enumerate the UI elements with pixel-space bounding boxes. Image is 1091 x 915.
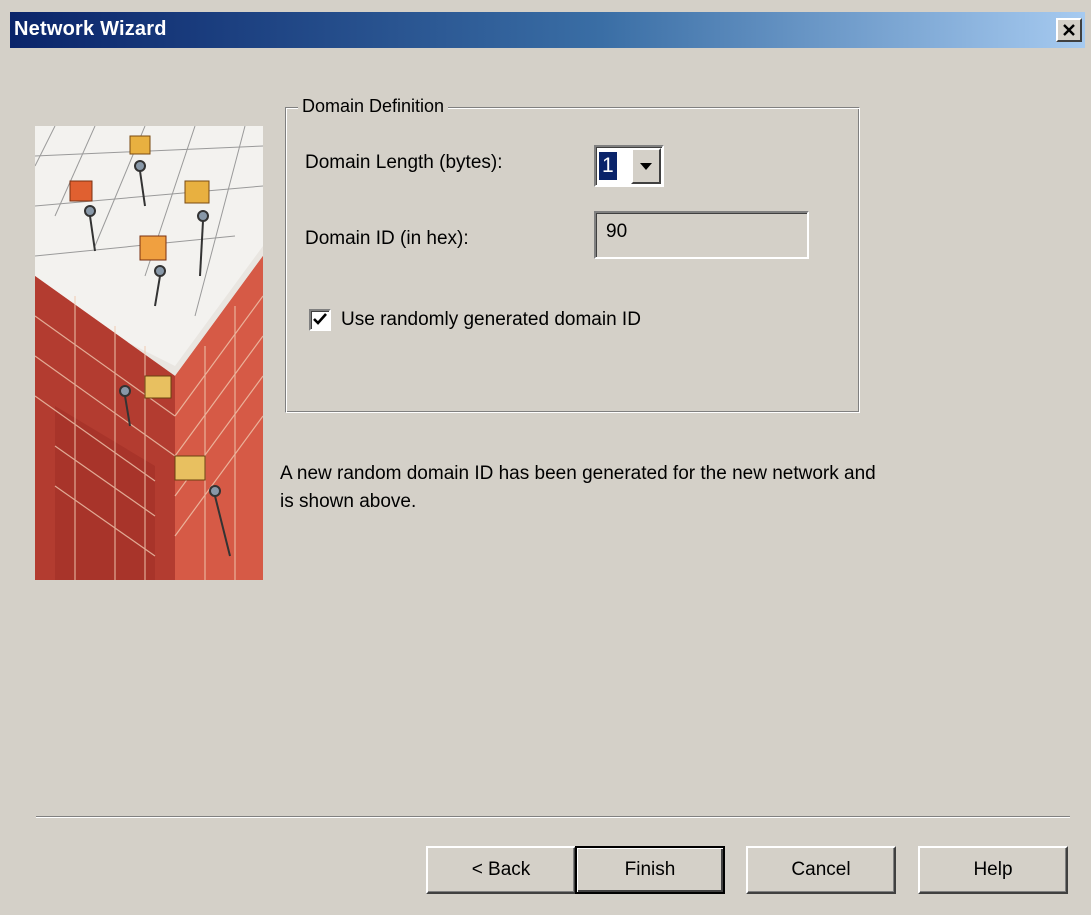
domain-length-select[interactable]: 1 <box>594 145 664 187</box>
finish-button[interactable]: Finish <box>575 846 725 894</box>
domain-length-dropdown-button[interactable] <box>631 148 661 184</box>
button-separator <box>36 816 1070 818</box>
back-button[interactable]: < Back <box>426 846 576 894</box>
domain-id-label: Domain ID (in hex): <box>305 228 469 249</box>
chevron-down-icon <box>640 163 652 170</box>
random-domain-id-checkbox[interactable] <box>309 309 331 331</box>
domain-id-field[interactable]: 90 <box>594 211 809 259</box>
info-text: A new random domain ID has been generate… <box>280 463 876 512</box>
close-icon <box>1062 21 1076 39</box>
cancel-button[interactable]: Cancel <box>746 846 896 894</box>
window-title: Network Wizard <box>14 18 167 40</box>
wizard-illustration <box>35 126 263 580</box>
random-domain-id-label[interactable]: Use randomly generated domain ID <box>341 309 641 331</box>
network-wizard-dialog: Network Wizard Domain Definition Domain … <box>0 0 1091 915</box>
checkmark-icon <box>313 313 327 325</box>
title-bar[interactable]: Network Wizard <box>10 12 1085 48</box>
help-button[interactable]: Help <box>918 846 1068 894</box>
domain-length-label: Domain Length (bytes): <box>305 152 503 173</box>
domain-length-value: 1 <box>599 152 617 180</box>
close-button[interactable] <box>1056 18 1082 42</box>
domain-definition-legend: Domain Definition <box>298 96 449 117</box>
